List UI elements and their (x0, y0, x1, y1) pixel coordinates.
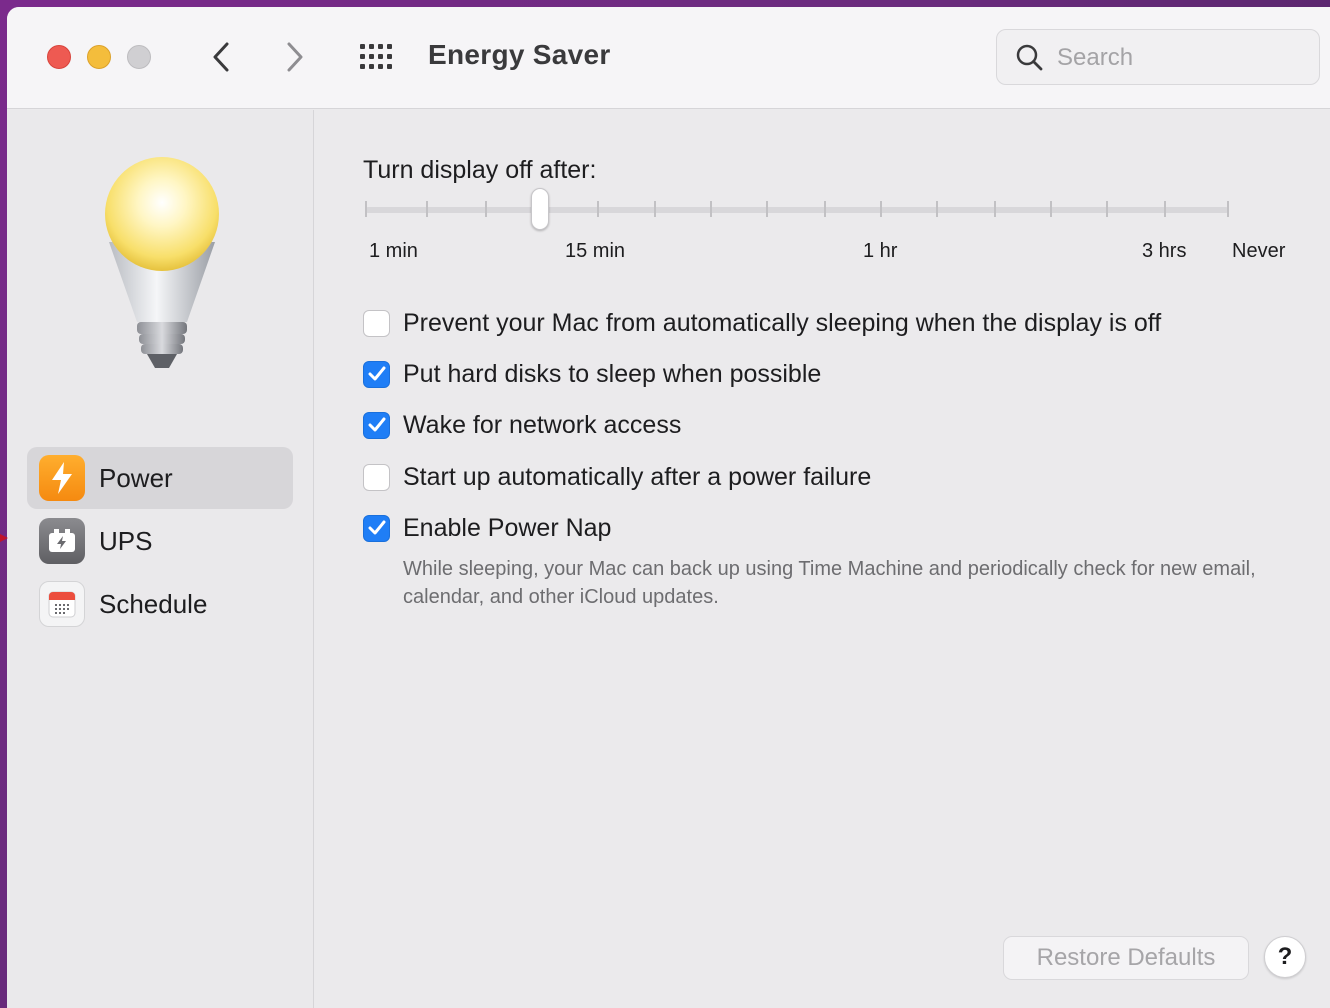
power-nap-description: While sleeping, your Mac can back up usi… (403, 558, 1256, 608)
chevron-left-icon (213, 42, 229, 72)
lightning-bolt-icon (39, 455, 85, 501)
ups-battery-icon (39, 518, 85, 564)
restore-defaults-button[interactable]: Restore Defaults (1003, 936, 1249, 980)
slider-label-3-hrs: 3 hrs (1142, 240, 1187, 262)
slider-label-never: Never (1232, 240, 1286, 262)
prevent-sleep-checkbox[interactable] (363, 309, 390, 337)
power-nap-option[interactable]: Enable Power Nap (363, 512, 611, 544)
pointer-arrow-icon (0, 534, 8, 542)
hard-disk-sleep-label[interactable]: Put hard disks to sleep when possible (403, 360, 821, 389)
slider-tick (1050, 201, 1052, 217)
checkmark-icon (368, 366, 385, 381)
slider-tick (766, 201, 768, 217)
slider-tick (880, 201, 882, 217)
back-button[interactable] (203, 39, 239, 75)
show-all-grid-icon[interactable] (359, 43, 395, 71)
slider-tick (426, 201, 428, 217)
auto-startup-label[interactable]: Start up automatically after a power fai… (403, 463, 871, 492)
wake-network-label[interactable]: Wake for network access (403, 411, 681, 440)
zoom-window-button[interactable] (127, 45, 151, 69)
sidebar-item-label: Power (99, 462, 173, 493)
auto-startup-option[interactable]: Start up automatically after a power fai… (363, 461, 871, 493)
slider-track[interactable] (365, 207, 1229, 213)
slider-tick (710, 201, 712, 217)
window-title: Energy Saver (428, 39, 611, 70)
help-button[interactable]: ? (1264, 936, 1306, 978)
chevron-right-icon (287, 42, 303, 72)
sidebar-item-schedule[interactable]: Schedule (27, 573, 293, 635)
slider-label-1-hr: 1 hr (863, 240, 898, 262)
forward-button[interactable] (277, 39, 313, 75)
close-window-button[interactable] (47, 45, 71, 69)
search-input[interactable] (1057, 42, 1297, 74)
checkmark-icon (368, 417, 385, 432)
prevent-sleep-option[interactable]: Prevent your Mac from automatically slee… (363, 307, 1161, 339)
minimize-window-button[interactable] (87, 45, 111, 69)
light-bulb-icon (105, 157, 219, 368)
sidebar-item-ups[interactable]: UPS (27, 510, 293, 572)
search-field[interactable] (996, 29, 1320, 85)
search-icon (1016, 44, 1043, 71)
energy-saver-window: Energy Saver Search Power UPS Schedule T… (7, 7, 1330, 1008)
slider-tick (1227, 201, 1229, 217)
power-pane: Turn display off after: 1 min 15 min 1 h… (315, 110, 1330, 1008)
slider-tick (654, 201, 656, 217)
slider-label-15-min: 15 min (565, 240, 626, 262)
checkmark-icon (368, 520, 385, 535)
wake-network-option[interactable]: Wake for network access (363, 409, 681, 441)
slider-tick (597, 201, 599, 217)
power-nap-checkbox[interactable] (363, 514, 390, 542)
title-bar: Energy Saver (7, 7, 1330, 109)
slider-tick (485, 201, 487, 217)
slider-tick (994, 201, 996, 217)
slider-tick (824, 201, 826, 217)
hard-disk-sleep-option[interactable]: Put hard disks to sleep when possible (363, 358, 821, 390)
sidebar-item-label: UPS (99, 525, 153, 556)
sidebar: Power UPS Schedule (7, 110, 314, 1008)
slider-thumb[interactable] (531, 188, 549, 230)
sidebar-item-label: Schedule (99, 588, 208, 619)
hard-disk-sleep-checkbox[interactable] (363, 360, 390, 388)
auto-startup-checkbox[interactable] (363, 463, 390, 491)
slider-label-1-min: 1 min (369, 240, 418, 262)
wake-network-checkbox[interactable] (363, 411, 390, 439)
power-nap-label[interactable]: Enable Power Nap (403, 514, 611, 543)
slider-tick (1164, 201, 1166, 217)
calendar-icon (39, 581, 85, 627)
slider-tick (936, 201, 938, 217)
prevent-sleep-label[interactable]: Prevent your Mac from automatically slee… (403, 309, 1161, 338)
slider-tick (1106, 201, 1108, 217)
display-sleep-title: Turn display off after: (363, 156, 597, 184)
slider-tick (365, 201, 367, 217)
sidebar-item-power[interactable]: Power (27, 447, 293, 509)
